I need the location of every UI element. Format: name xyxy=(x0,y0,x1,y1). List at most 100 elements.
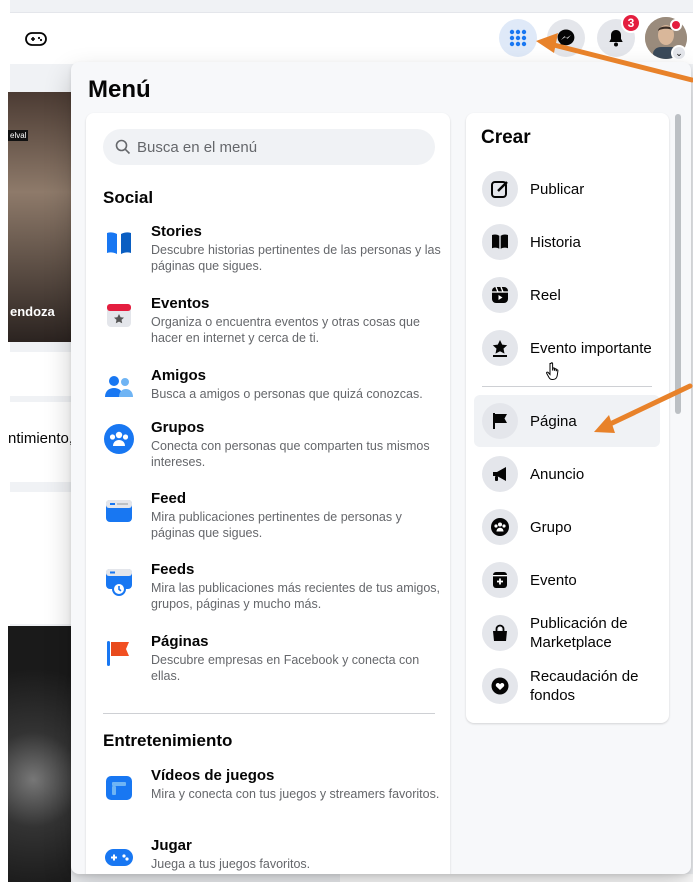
star-award-icon xyxy=(482,330,518,366)
background-post: ntimiento, xyxy=(8,402,74,482)
hand-cursor-icon xyxy=(546,362,559,380)
menu-search-input[interactable] xyxy=(137,138,417,156)
pages-flag-icon xyxy=(107,641,129,666)
menu-item-feed[interactable]: Feed Mira publicaciones pertinentes de p… xyxy=(103,490,443,541)
create-item-label: Recaudación de fondos xyxy=(530,668,639,704)
item-title: Páginas xyxy=(151,633,209,650)
calendar-plus-icon xyxy=(482,562,518,598)
section-heading-social: Social xyxy=(103,188,154,207)
background-video-thumbnail[interactable]: elval endoza xyxy=(8,92,71,342)
recent-feeds-icon xyxy=(106,569,132,596)
create-page-button[interactable]: Página xyxy=(474,395,660,447)
menu-search-box[interactable] xyxy=(103,129,435,165)
item-description: Descubre empresas en Facebook y conecta … xyxy=(151,653,420,683)
online-dot xyxy=(670,19,682,31)
reel-icon xyxy=(482,277,518,313)
post-text-fragment: ntimiento, xyxy=(8,430,74,447)
item-description: Descubre historias pertinentes de las pe… xyxy=(151,243,441,273)
create-item-label: Evento xyxy=(530,571,577,589)
menu-item-feeds[interactable]: Feeds Mira las publicaciones más recient… xyxy=(103,561,443,612)
create-item-label: Evento importante xyxy=(530,339,652,357)
groups-icon xyxy=(104,424,134,454)
megaphone-icon xyxy=(482,456,518,492)
grid-menu-icon xyxy=(509,29,527,47)
item-description: Mira las publicaciones más recientes de … xyxy=(151,581,441,611)
create-item-label: Publicar xyxy=(530,180,585,198)
menu-item-stories[interactable]: Stories Descubre historias pertinentes d… xyxy=(103,223,443,274)
menu-item-play[interactable]: Jugar Juega a tus juegos favoritos. xyxy=(103,837,443,873)
gamepad-icon[interactable] xyxy=(24,27,48,51)
notification-count-badge: 3 xyxy=(621,13,641,33)
menu-item-friends[interactable]: Amigos Busca a amigos o personas que qui… xyxy=(103,367,443,403)
item-title: Jugar xyxy=(151,837,192,854)
item-description: Conecta con personas que comparten tus m… xyxy=(151,439,430,469)
background-strip xyxy=(340,874,693,882)
shopping-bag-icon xyxy=(482,615,518,651)
messenger-icon xyxy=(557,29,575,47)
account-chevron-icon[interactable]: ⌄ xyxy=(671,45,687,61)
flag-icon xyxy=(482,403,518,439)
menu-scrollbar[interactable] xyxy=(675,114,681,414)
notifications-button[interactable]: 3 xyxy=(597,13,641,57)
create-heading: Crear xyxy=(481,127,531,148)
video-tag: elval xyxy=(8,130,29,141)
create-fundraiser-button[interactable]: Recaudación de fondos xyxy=(474,660,660,712)
create-divider xyxy=(482,386,652,387)
menu-item-pages[interactable]: Páginas Descubre empresas en Facebook y … xyxy=(103,633,443,684)
section-divider xyxy=(103,713,435,714)
create-event-button[interactable]: Evento xyxy=(474,554,660,606)
menu-grid-button[interactable] xyxy=(499,19,537,57)
create-reel-button[interactable]: Reel xyxy=(474,269,660,321)
item-description: Juega a tus juegos favoritos. xyxy=(151,857,311,871)
gaming-video-icon xyxy=(106,776,132,800)
item-title: Grupos xyxy=(151,419,205,436)
item-title: Feeds xyxy=(151,561,195,578)
background-photo[interactable] xyxy=(8,626,71,882)
compose-icon xyxy=(482,171,518,207)
create-column: Crear Publicar Historia Reel Evento impo… xyxy=(466,113,669,723)
item-title: Amigos xyxy=(151,367,207,384)
top-navigation-bar: 3 ⌄ xyxy=(10,12,693,64)
create-group-button[interactable]: Grupo xyxy=(474,501,660,553)
background-card xyxy=(8,492,71,624)
create-item-label: Reel xyxy=(530,286,561,304)
book-icon xyxy=(482,224,518,260)
create-ad-button[interactable]: Anuncio xyxy=(474,448,660,500)
feed-icon xyxy=(106,500,132,522)
menu-item-groups[interactable]: Grupos Conecta con personas que comparte… xyxy=(103,419,443,470)
search-icon xyxy=(115,139,131,155)
item-title: Vídeos de juegos xyxy=(151,767,275,784)
bell-icon xyxy=(609,30,623,47)
menu-panel: Menú Social Stories Descubre historias p… xyxy=(71,62,691,874)
item-description: Busca a amigos o personas que quizá cono… xyxy=(151,387,423,401)
create-item-label: Grupo xyxy=(530,518,572,536)
item-title: Eventos xyxy=(151,295,210,312)
controller-icon xyxy=(105,849,133,866)
calendar-icon xyxy=(107,304,131,327)
menu-item-events[interactable]: Eventos Organiza o encuentra eventos y o… xyxy=(103,295,443,346)
create-item-label: Anuncio xyxy=(530,465,585,483)
create-story-button[interactable]: Historia xyxy=(474,216,660,268)
item-description: Organiza o encuentra eventos y otras cos… xyxy=(151,315,420,345)
create-item-label: Historia xyxy=(530,233,581,251)
create-post-button[interactable]: Publicar xyxy=(474,163,660,215)
fundraiser-icon xyxy=(482,668,518,704)
create-item-label: Página xyxy=(530,412,577,430)
create-marketplace-listing-button[interactable]: Publicación de Marketplace xyxy=(474,607,660,659)
create-life-event-button[interactable]: Evento importante xyxy=(474,322,660,374)
item-title: Stories xyxy=(151,223,202,240)
item-description: Mira y conecta con tus juegos y streamer… xyxy=(151,787,440,801)
menu-title: Menú xyxy=(88,76,151,103)
section-heading-entertainment: Entretenimiento xyxy=(103,731,233,750)
background-card xyxy=(8,352,71,396)
group-icon xyxy=(482,509,518,545)
friends-icon xyxy=(105,376,133,397)
create-item-label: Publicación de Marketplace xyxy=(530,615,628,651)
stories-icon xyxy=(107,232,131,254)
item-title: Feed xyxy=(151,490,187,507)
menu-item-gaming-videos[interactable]: Vídeos de juegos Mira y conecta con tus … xyxy=(103,767,443,803)
messenger-button[interactable] xyxy=(547,19,585,57)
menu-left-column: Social Stories Descubre historias pertin… xyxy=(86,113,450,874)
item-description: Mira publicaciones pertinentes de person… xyxy=(151,510,402,540)
video-name-fragment: endoza xyxy=(10,304,55,319)
